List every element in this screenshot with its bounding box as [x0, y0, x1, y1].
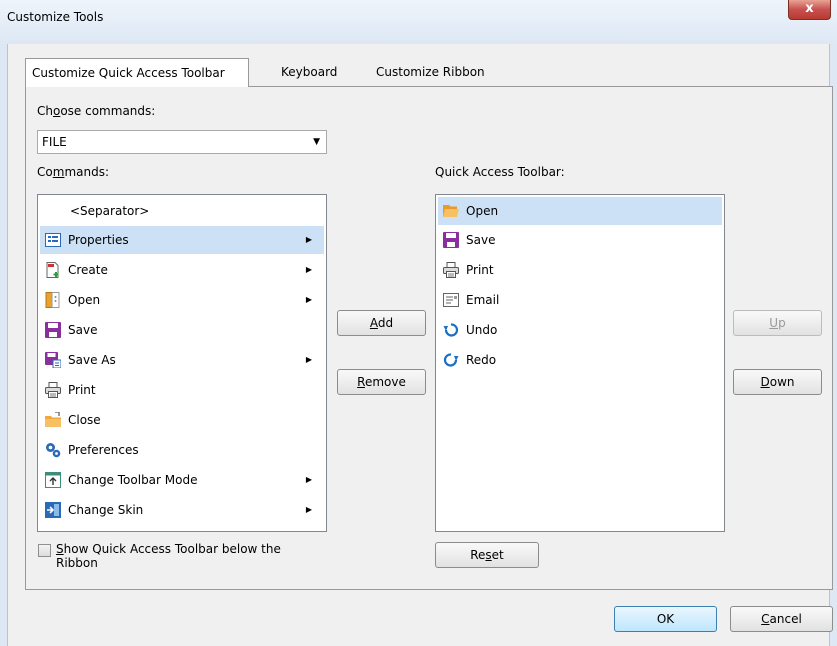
tab-label: Keyboard [281, 65, 338, 79]
open-book-icon [45, 292, 60, 308]
title-bar: Customize Tools x [0, 0, 837, 44]
close-button[interactable]: x [788, 0, 831, 20]
ok-button[interactable]: OK [614, 606, 717, 632]
tab-keyboard[interactable]: Keyboard [275, 58, 343, 87]
qat-label: Quick Access Toolbar: [435, 165, 565, 179]
down-button[interactable]: Down [733, 369, 822, 395]
create-pdf-icon [46, 262, 59, 278]
submenu-arrow-icon: ▶ [305, 355, 312, 364]
remove-button[interactable]: Remove [337, 369, 426, 395]
commands-list[interactable]: <Separator> Properties ▶ Create ▶ Open ▶ [37, 194, 327, 532]
window-frame-left [0, 44, 8, 646]
qat-item-save[interactable]: Save [438, 226, 722, 254]
show-qat-below-ribbon-label: Show Quick Access Toolbar below the Ribb… [56, 542, 281, 570]
close-folder-icon [45, 412, 61, 427]
submenu-arrow-icon: ▶ [305, 265, 312, 274]
chevron-down-icon: ▼ [313, 137, 320, 147]
commands-label: Commands: [37, 165, 109, 179]
save-as-icon [45, 352, 61, 368]
tab-customize-quick-access-toolbar[interactable]: Customize Quick Access Toolbar [25, 58, 249, 87]
close-icon: x [805, 1, 814, 16]
qat-item-undo[interactable]: Undo [438, 316, 722, 344]
qat-item-redo[interactable]: Redo [438, 346, 722, 374]
tab-customize-ribbon[interactable]: Customize Ribbon [370, 58, 491, 87]
choose-commands-dropdown[interactable]: FILE ▼ [37, 130, 327, 154]
list-item-preferences[interactable]: Preferences [40, 436, 324, 464]
qat-item-email[interactable]: Email [438, 286, 722, 314]
print-icon [45, 382, 61, 398]
submenu-arrow-icon: ▶ [305, 505, 312, 514]
save-icon [443, 232, 459, 248]
qat-list[interactable]: Open Save Print Email Undo Redo [435, 194, 725, 532]
list-item-save[interactable]: Save [40, 316, 324, 344]
preferences-icon [46, 443, 61, 458]
qat-item-print[interactable]: Print [438, 256, 722, 284]
toolbar-mode-icon [45, 472, 61, 488]
open-folder-icon [443, 205, 459, 217]
qat-item-open[interactable]: Open [438, 197, 722, 225]
list-item-close[interactable]: Close [40, 406, 324, 434]
cancel-button[interactable]: Cancel [730, 606, 833, 632]
list-item-create[interactable]: Create ▶ [40, 256, 324, 284]
list-item-print[interactable]: Print [40, 376, 324, 404]
tab-label: Customize Ribbon [376, 65, 485, 79]
change-skin-icon [45, 502, 61, 518]
list-item-separator[interactable]: <Separator> [40, 197, 324, 225]
list-item-open[interactable]: Open ▶ [40, 286, 324, 314]
redo-icon [443, 353, 459, 367]
show-qat-below-ribbon-checkbox[interactable] [38, 544, 51, 557]
dropdown-value: FILE [42, 135, 67, 149]
reset-button[interactable]: Reset [435, 542, 539, 568]
add-button[interactable]: Add [337, 310, 426, 336]
undo-icon [443, 323, 459, 337]
choose-commands-label: Choose commands: [37, 104, 156, 118]
up-button[interactable]: Up [733, 310, 822, 336]
list-item-change-skin[interactable]: Change Skin ▶ [40, 496, 324, 524]
submenu-arrow-icon: ▶ [305, 295, 312, 304]
window-title: Customize Tools [7, 10, 104, 24]
print-icon [443, 262, 459, 278]
tab-label: Customize Quick Access Toolbar [32, 66, 225, 80]
submenu-arrow-icon: ▶ [305, 235, 312, 244]
list-item-change-toolbar-mode[interactable]: Change Toolbar Mode ▶ [40, 466, 324, 494]
properties-icon [45, 233, 61, 247]
email-icon [443, 293, 459, 307]
list-item-save-as[interactable]: Save As ▶ [40, 346, 324, 374]
submenu-arrow-icon: ▶ [305, 475, 312, 484]
list-item-properties[interactable]: Properties ▶ [40, 226, 324, 254]
save-icon [45, 322, 61, 338]
